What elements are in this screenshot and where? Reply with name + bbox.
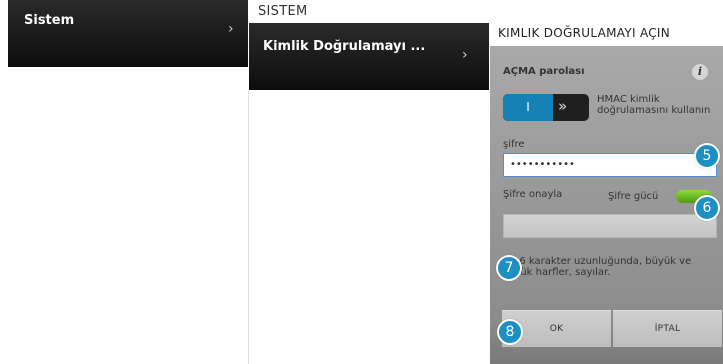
callout-marker: 6 [694,195,720,221]
double-chevron-icon: » [558,97,568,115]
password-hint: 8-16 karakter uzunluğunda, büyük ve küçü… [503,256,692,278]
chevron-right-icon: › [228,21,234,37]
menu-item-sistem[interactable]: Sistem › [8,0,248,67]
dialog-title: KIMLIK DOĞRULAMAYI AÇIN [498,26,671,40]
password-label: şifre [503,139,525,150]
password-strength-label: Şifre gücü [608,191,659,202]
menu-item-kimlik-dogrulama[interactable]: Kimlik Doğrulamayı ... › [249,23,489,90]
chevron-right-icon: › [462,47,468,63]
confirm-password-field[interactable] [503,214,717,238]
callout-marker: 7 [496,255,522,281]
menu-item-label: Sistem [24,13,75,28]
section-label: AÇMA parolası [503,66,585,77]
menu-item-label: Kimlik Doğrulamayı ... [263,39,426,54]
auth-dialog: AÇMA parolası i I » HMAC kimlik doğrulam… [490,46,723,364]
cancel-button[interactable]: İPTAL [613,310,722,347]
toggle-on-state: I [503,94,553,121]
hmac-description: HMAC kimlik doğrulamasını kullanın [597,94,711,116]
confirm-password-label: Şifre onayla [503,189,563,200]
info-icon[interactable]: i [692,64,708,80]
callout-marker: 5 [694,143,720,169]
callout-marker: 8 [497,319,523,345]
submenu-title: SISTEM [258,4,308,19]
divider [248,90,249,364]
hmac-toggle[interactable]: I » [503,94,589,121]
password-field[interactable]: ••••••••••• [503,153,717,177]
